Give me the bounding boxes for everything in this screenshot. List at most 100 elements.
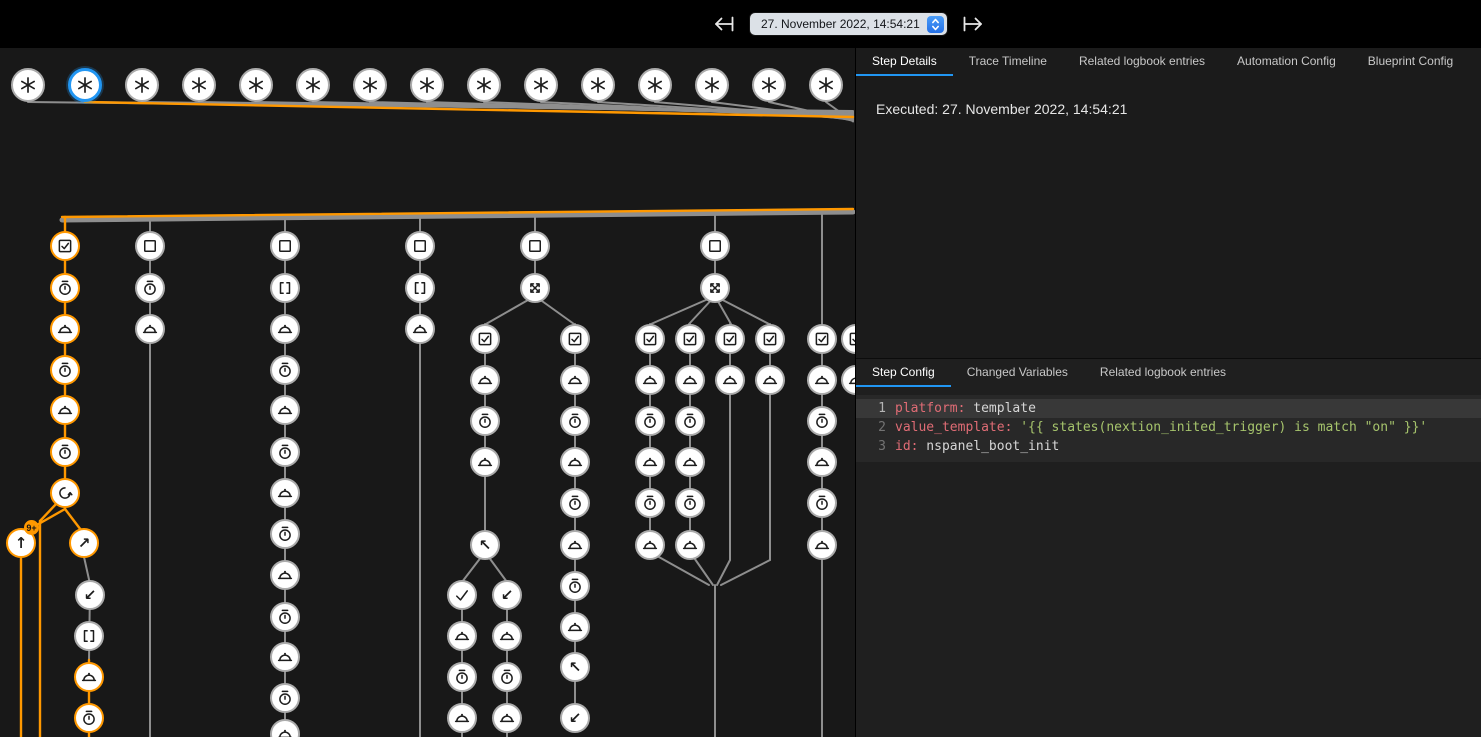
tab-blueprint-config[interactable]: Blueprint Config xyxy=(1352,48,1469,76)
trace-node-bell-icon[interactable] xyxy=(270,395,300,425)
trace-node-timer-icon[interactable] xyxy=(270,683,300,713)
code-line[interactable]: 2value_template: '{{ states(nextion_init… xyxy=(856,418,1481,437)
trace-node-arrow-up-left-icon[interactable]: ↖ xyxy=(470,530,500,560)
trace-node-checkbox-icon[interactable] xyxy=(635,324,665,354)
trace-node-arrow-down-left-icon[interactable]: ↙ xyxy=(560,703,590,733)
trace-node-bell-icon[interactable] xyxy=(755,365,785,395)
trace-node-bell-icon[interactable] xyxy=(560,530,590,560)
trace-node-asterisk-icon[interactable] xyxy=(695,68,729,102)
code-line[interactable]: 3id: nspanel_boot_init xyxy=(856,437,1481,456)
trace-node-asterisk-icon[interactable] xyxy=(182,68,216,102)
trace-node-arrow-down-left-icon[interactable]: ↙ xyxy=(75,580,105,610)
trace-node-bell-icon[interactable] xyxy=(270,560,300,590)
trace-node-checkbox-icon[interactable] xyxy=(470,324,500,354)
trace-node-square-icon[interactable] xyxy=(405,231,435,261)
trace-node-timer-icon[interactable] xyxy=(635,488,665,518)
trace-node-bell-icon[interactable] xyxy=(635,365,665,395)
trace-node-bell-icon[interactable] xyxy=(405,314,435,344)
trace-node-bell-icon[interactable] xyxy=(560,612,590,642)
trace-node-timer-icon[interactable] xyxy=(135,273,165,303)
trace-node-checkbox-icon[interactable] xyxy=(755,324,785,354)
trace-node-bell-icon[interactable] xyxy=(447,703,477,733)
trace-node-arrow-up-left-icon[interactable]: ↖ xyxy=(560,652,590,682)
trace-node-arrow-down-left-icon[interactable]: ↙ xyxy=(492,580,522,610)
trace-node-bell-icon[interactable] xyxy=(492,703,522,733)
trace-node-bell-icon[interactable] xyxy=(74,662,104,692)
trace-node-asterisk-icon[interactable] xyxy=(125,68,159,102)
tab-trace-timeline[interactable]: Trace Timeline xyxy=(953,48,1063,76)
trace-node-bell-icon[interactable] xyxy=(675,447,705,477)
trace-node-asterisk-icon[interactable] xyxy=(296,68,330,102)
trace-node-parallel-icon[interactable] xyxy=(520,273,550,303)
trace-node-square-icon[interactable] xyxy=(135,231,165,261)
tab-related-logbook-entries[interactable]: Related logbook entries xyxy=(1084,359,1242,387)
trace-node-timer-icon[interactable] xyxy=(807,488,837,518)
trace-node-asterisk-icon[interactable] xyxy=(353,68,387,102)
next-run-button[interactable] xyxy=(959,10,987,38)
trace-node-timer-icon[interactable] xyxy=(447,662,477,692)
trace-node-timer-icon[interactable] xyxy=(50,273,80,303)
trace-node-bell-icon[interactable] xyxy=(807,447,837,477)
trace-node-repeat-icon[interactable] xyxy=(50,478,80,508)
trace-node-timer-icon[interactable] xyxy=(560,488,590,518)
tab-related-logbook-entries[interactable]: Related logbook entries xyxy=(1063,48,1221,76)
trace-node-bell-icon[interactable] xyxy=(560,365,590,395)
trace-node-timer-icon[interactable] xyxy=(560,406,590,436)
code-line[interactable]: 1platform: template xyxy=(856,399,1481,418)
trace-node-bell-icon[interactable] xyxy=(50,314,80,344)
tab-step-config[interactable]: Step Config xyxy=(856,359,951,387)
trace-node-asterisk-icon[interactable] xyxy=(239,68,273,102)
trace-node-bell-icon[interactable] xyxy=(470,447,500,477)
trace-node-checkbox-icon[interactable] xyxy=(807,324,837,354)
run-picker-select[interactable]: 27. November 2022, 14:54:21 xyxy=(750,13,947,35)
trace-node-bell-icon[interactable] xyxy=(270,314,300,344)
trace-node-bell-icon[interactable] xyxy=(675,365,705,395)
trace-node-timer-icon[interactable] xyxy=(560,571,590,601)
trace-node-bell-icon[interactable] xyxy=(635,530,665,560)
trace-node-square-icon[interactable] xyxy=(270,231,300,261)
trace-node-bell-icon[interactable] xyxy=(560,447,590,477)
trace-node-asterisk-icon[interactable] xyxy=(581,68,615,102)
trace-node-timer-icon[interactable] xyxy=(74,703,104,733)
trace-node-asterisk-icon[interactable] xyxy=(809,68,843,102)
trace-node-bell-icon[interactable] xyxy=(635,447,665,477)
trace-node-timer-icon[interactable] xyxy=(675,488,705,518)
trace-node-timer-icon[interactable] xyxy=(492,662,522,692)
trace-node-timer-icon[interactable] xyxy=(635,406,665,436)
trace-node-bell-icon[interactable] xyxy=(135,314,165,344)
trace-node-arrow-up-right-icon[interactable]: ↗ xyxy=(69,528,99,558)
trace-node-bell-icon[interactable] xyxy=(807,530,837,560)
trace-node-bell-icon[interactable] xyxy=(270,642,300,672)
trace-node-timer-icon[interactable] xyxy=(270,437,300,467)
trace-node-parallel-icon[interactable] xyxy=(700,273,730,303)
trace-node-bell-icon[interactable] xyxy=(675,530,705,560)
trace-node-timer-icon[interactable] xyxy=(270,355,300,385)
trace-node-brackets-icon[interactable] xyxy=(74,621,104,651)
tab-step-details[interactable]: Step Details xyxy=(856,48,953,76)
trace-node-asterisk-icon[interactable] xyxy=(11,68,45,102)
trace-node-timer-icon[interactable] xyxy=(675,406,705,436)
trace-node-bell-icon[interactable] xyxy=(470,365,500,395)
trace-node-square-icon[interactable] xyxy=(520,231,550,261)
trace-node-asterisk-icon[interactable] xyxy=(467,68,501,102)
tab-changed-variables[interactable]: Changed Variables xyxy=(951,359,1084,387)
trace-node-asterisk-icon[interactable] xyxy=(752,68,786,102)
trace-node-brackets-icon[interactable] xyxy=(405,273,435,303)
trace-node-bell-icon[interactable] xyxy=(270,478,300,508)
trace-node-timer-icon[interactable] xyxy=(50,437,80,467)
trace-node-checkbox-icon[interactable] xyxy=(560,324,590,354)
trace-node-bell-icon[interactable] xyxy=(492,621,522,651)
previous-run-button[interactable] xyxy=(710,10,738,38)
trace-node-timer-icon[interactable] xyxy=(470,406,500,436)
trace-node-brackets-icon[interactable] xyxy=(270,273,300,303)
trace-node-asterisk-icon[interactable] xyxy=(524,68,558,102)
trace-node-asterisk-icon[interactable] xyxy=(410,68,444,102)
trace-node-checkbox-icon[interactable] xyxy=(715,324,745,354)
trace-node-timer-icon[interactable] xyxy=(50,355,80,385)
trace-node-timer-icon[interactable] xyxy=(270,519,300,549)
tab-automation-config[interactable]: Automation Config xyxy=(1221,48,1352,76)
trace-node-square-icon[interactable] xyxy=(700,231,730,261)
trace-node-bell-icon[interactable] xyxy=(715,365,745,395)
trace-node-bell-icon[interactable] xyxy=(50,395,80,425)
trace-node-timer-icon[interactable] xyxy=(270,602,300,632)
